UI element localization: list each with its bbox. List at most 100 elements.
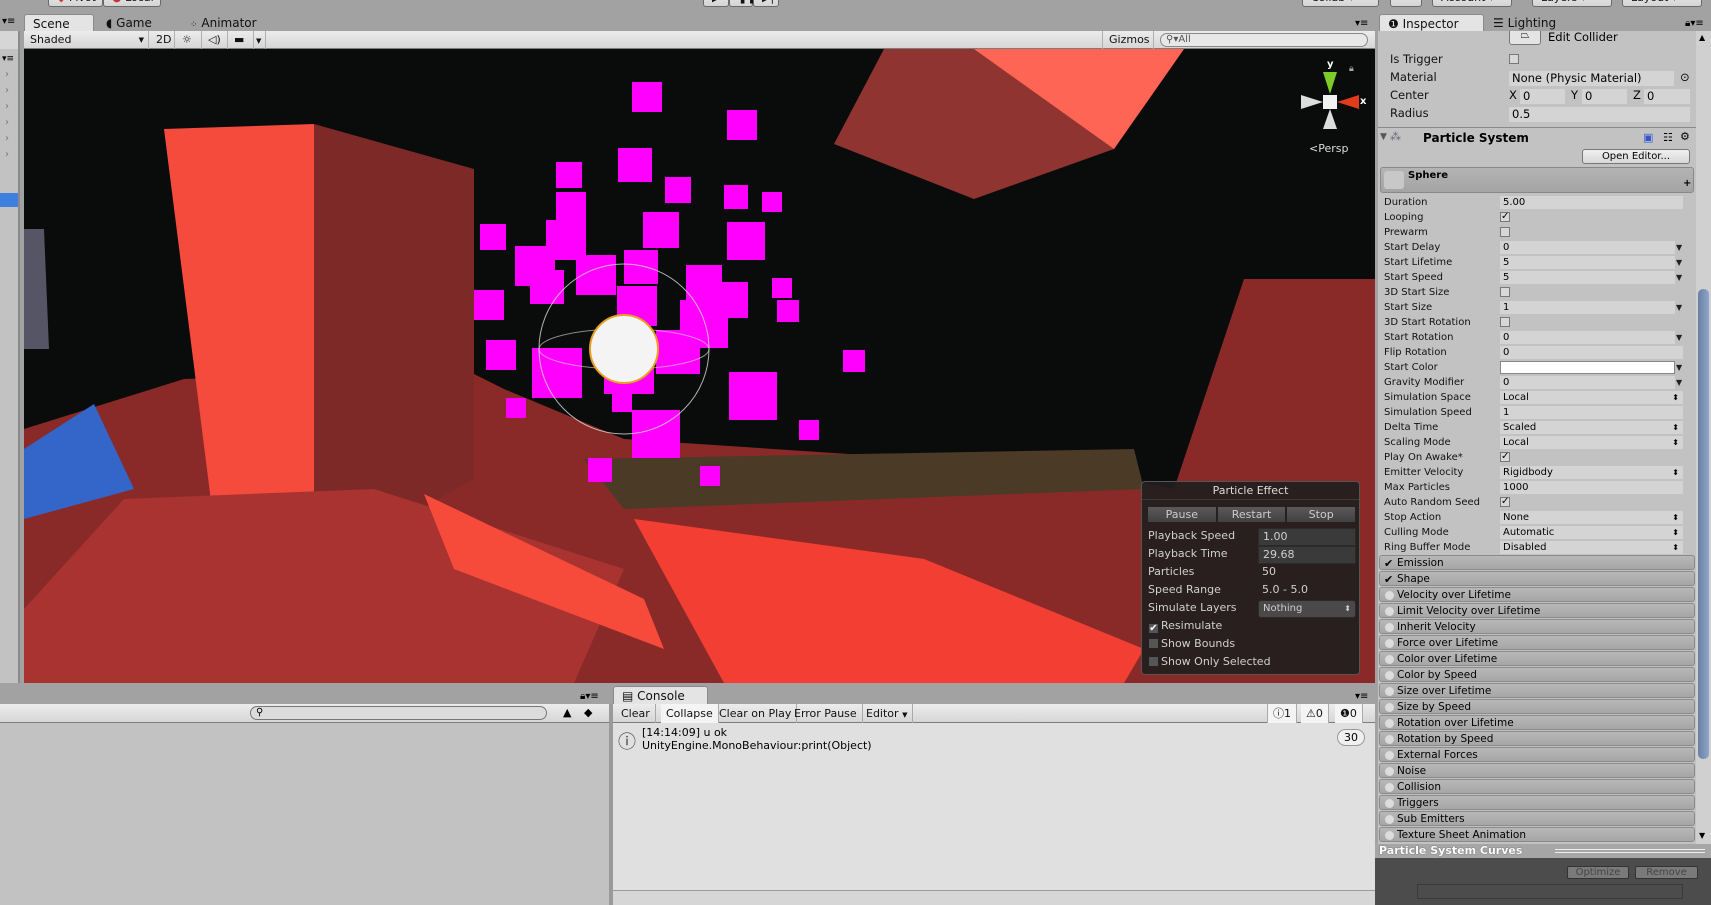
material-field[interactable]: None (Physic Material) — [1509, 71, 1674, 86]
center-y-field[interactable]: 0 — [1582, 89, 1627, 104]
property-field[interactable]: 1000 — [1500, 481, 1683, 494]
show-only-selected-checkbox[interactable]: Show Only Selected — [1148, 654, 1271, 670]
error-pause-button[interactable]: Error Pause — [789, 704, 863, 723]
hierarchy-menu-icon[interactable]: ▾≡ — [2, 54, 14, 64]
step-button[interactable]: ▶| — [753, 0, 779, 7]
info-filter-toggle[interactable]: ⓘ1 — [1267, 704, 1297, 723]
tab-console[interactable]: ▤ Console — [613, 686, 708, 705]
x-axis-cone[interactable] — [1337, 95, 1359, 109]
cloud-button[interactable] — [1390, 0, 1422, 7]
show-bounds-checkbox[interactable]: Show Bounds — [1148, 636, 1235, 652]
expand-chevron-icon[interactable]: › — [5, 85, 9, 96]
curve-mode-dropdown-icon[interactable]: ▼ — [1676, 255, 1682, 270]
module-disabled-toggle-icon[interactable] — [1385, 591, 1394, 600]
module-disabled-toggle-icon[interactable] — [1385, 607, 1394, 616]
module-disabled-toggle-icon[interactable] — [1385, 703, 1394, 712]
scene-menu-icon[interactable]: ▾≡ — [1355, 18, 1368, 29]
projection-label[interactable]: <Persp — [1309, 142, 1348, 155]
restart-effect-button[interactable]: Restart — [1216, 506, 1287, 523]
console-menu-icon[interactable]: ▾≡ — [1355, 691, 1368, 702]
lighting-toggle[interactable]: ☼ — [176, 31, 202, 49]
property-field[interactable]: 0 — [1500, 346, 1683, 359]
module-header[interactable]: Collision — [1379, 779, 1695, 794]
collab-button[interactable]: Collab ▾ — [1302, 0, 1379, 7]
property-dropdown[interactable]: Rigidbody ⬍ — [1500, 466, 1683, 479]
property-field[interactable]: 1 — [1500, 406, 1683, 419]
start-color-field[interactable] — [1500, 361, 1675, 374]
scrollbar-thumb[interactable] — [1698, 289, 1709, 759]
property-dropdown[interactable]: Local ⬍ — [1500, 391, 1683, 404]
pivot-button[interactable]: ◆ Pivot — [48, 0, 103, 7]
property-checkbox[interactable]: ✓ — [1500, 452, 1510, 462]
panel-menu-icon[interactable]: ▾≡ — [2, 16, 15, 27]
y-axis-cone[interactable] — [1323, 72, 1337, 94]
module-header[interactable]: Size by Speed — [1379, 699, 1695, 714]
tag-icon[interactable]: ◆ — [584, 706, 592, 719]
property-checkbox[interactable]: ✓ — [1500, 497, 1510, 507]
curve-mode-dropdown-icon[interactable]: ▼ — [1676, 375, 1682, 390]
module-disabled-toggle-icon[interactable] — [1385, 671, 1394, 680]
play-button[interactable]: ▶ — [703, 0, 729, 7]
module-disabled-toggle-icon[interactable] — [1385, 831, 1394, 840]
property-field[interactable]: 5 — [1500, 271, 1675, 284]
selected-hierarchy-row[interactable] — [0, 193, 18, 207]
curve-mode-dropdown-icon[interactable]: ▼ — [1676, 270, 1682, 285]
property-dropdown[interactable]: None ⬍ — [1500, 511, 1683, 524]
orientation-gizmo[interactable]: y 🔒︎ x <Persp — [1289, 54, 1369, 164]
log-entry[interactable]: ⓘ [14:14:09] u ok UnityEngine.MonoBehavi… — [613, 725, 1375, 753]
2d-toggle[interactable]: 2D — [150, 31, 175, 49]
audio-toggle[interactable]: ◁) — [202, 31, 228, 49]
playback-time-field[interactable]: 29.68 — [1258, 546, 1356, 564]
curve-swatches[interactable] — [1417, 884, 1683, 899]
module-header[interactable]: Rotation over Lifetime — [1379, 715, 1695, 730]
module-header[interactable]: Color over Lifetime — [1379, 651, 1695, 666]
clear-on-play-button[interactable]: Clear on Play — [714, 704, 798, 723]
expand-chevron-icon[interactable]: › — [5, 149, 9, 160]
property-field[interactable]: 0 — [1500, 376, 1675, 389]
resimulate-checkbox[interactable]: ✔ Resimulate — [1148, 618, 1222, 634]
particle-system-header[interactable]: ▼ ⁂ Particle System ▣ ☷ ⚙ Open Editor... — [1378, 129, 1696, 165]
module-header[interactable]: Sub Emitters — [1379, 811, 1695, 826]
warning-filter-toggle[interactable]: ⚠0 — [1301, 704, 1329, 723]
module-disabled-toggle-icon[interactable] — [1385, 767, 1394, 776]
module-disabled-toggle-icon[interactable] — [1385, 639, 1394, 648]
property-checkbox[interactable] — [1500, 227, 1510, 237]
property-field[interactable]: 0 — [1500, 241, 1675, 254]
module-header[interactable]: Triggers — [1379, 795, 1695, 810]
property-dropdown[interactable]: Automatic ⬍ — [1500, 526, 1683, 539]
module-disabled-toggle-icon[interactable] — [1385, 623, 1394, 632]
collapse-button[interactable]: Collapse — [661, 704, 719, 723]
stop-effect-button[interactable]: Stop — [1286, 506, 1357, 523]
neg-x-axis-cone[interactable] — [1301, 95, 1323, 109]
property-field[interactable]: 5 — [1500, 256, 1675, 269]
object-picker-icon[interactable]: ⊙ — [1680, 70, 1690, 85]
center-cube[interactable] — [1323, 95, 1337, 109]
layers-button[interactable]: Layers ▾ — [1532, 0, 1612, 7]
module-enabled-check-icon[interactable]: ✔ — [1384, 572, 1393, 587]
lock-icon[interactable]: 🔒︎▾≡ — [580, 691, 599, 702]
remove-button[interactable]: Remove — [1635, 866, 1698, 879]
expand-chevron-icon[interactable]: › — [5, 117, 9, 128]
center-x-field[interactable]: 0 — [1520, 89, 1565, 104]
radius-field[interactable]: 0.5 — [1509, 107, 1690, 122]
shading-mode-dropdown[interactable]: Shaded ▼ — [24, 31, 149, 49]
property-field[interactable]: 1 — [1500, 301, 1675, 314]
curve-mode-dropdown-icon[interactable]: ▼ — [1676, 360, 1682, 375]
module-header[interactable]: Noise — [1379, 763, 1695, 778]
foldout-arrow-icon[interactable]: ▼ — [1380, 132, 1387, 142]
module-disabled-toggle-icon[interactable] — [1385, 815, 1394, 824]
property-dropdown[interactable]: Disabled ⬍ — [1500, 541, 1683, 554]
presets-icon[interactable]: ☷ — [1663, 131, 1673, 144]
project-search-input[interactable]: ⚲ — [250, 706, 547, 720]
module-header[interactable]: Velocity over Lifetime — [1379, 587, 1695, 602]
local-button[interactable]: ● Local — [103, 0, 161, 7]
editor-dropdown[interactable]: Editor ▼ — [861, 704, 914, 723]
module-header[interactable]: Color by Speed — [1379, 667, 1695, 682]
curve-mode-dropdown-icon[interactable]: ▼ — [1676, 300, 1682, 315]
module-header[interactable]: Texture Sheet Animation — [1379, 827, 1695, 842]
expand-chevron-icon[interactable]: › — [5, 69, 9, 80]
property-field[interactable]: 0 — [1500, 331, 1675, 344]
curve-mode-dropdown-icon[interactable]: ▼ — [1676, 240, 1682, 255]
scroll-down-icon[interactable]: ▼ — [1699, 831, 1705, 840]
pause-effect-button[interactable]: Pause — [1147, 506, 1217, 523]
